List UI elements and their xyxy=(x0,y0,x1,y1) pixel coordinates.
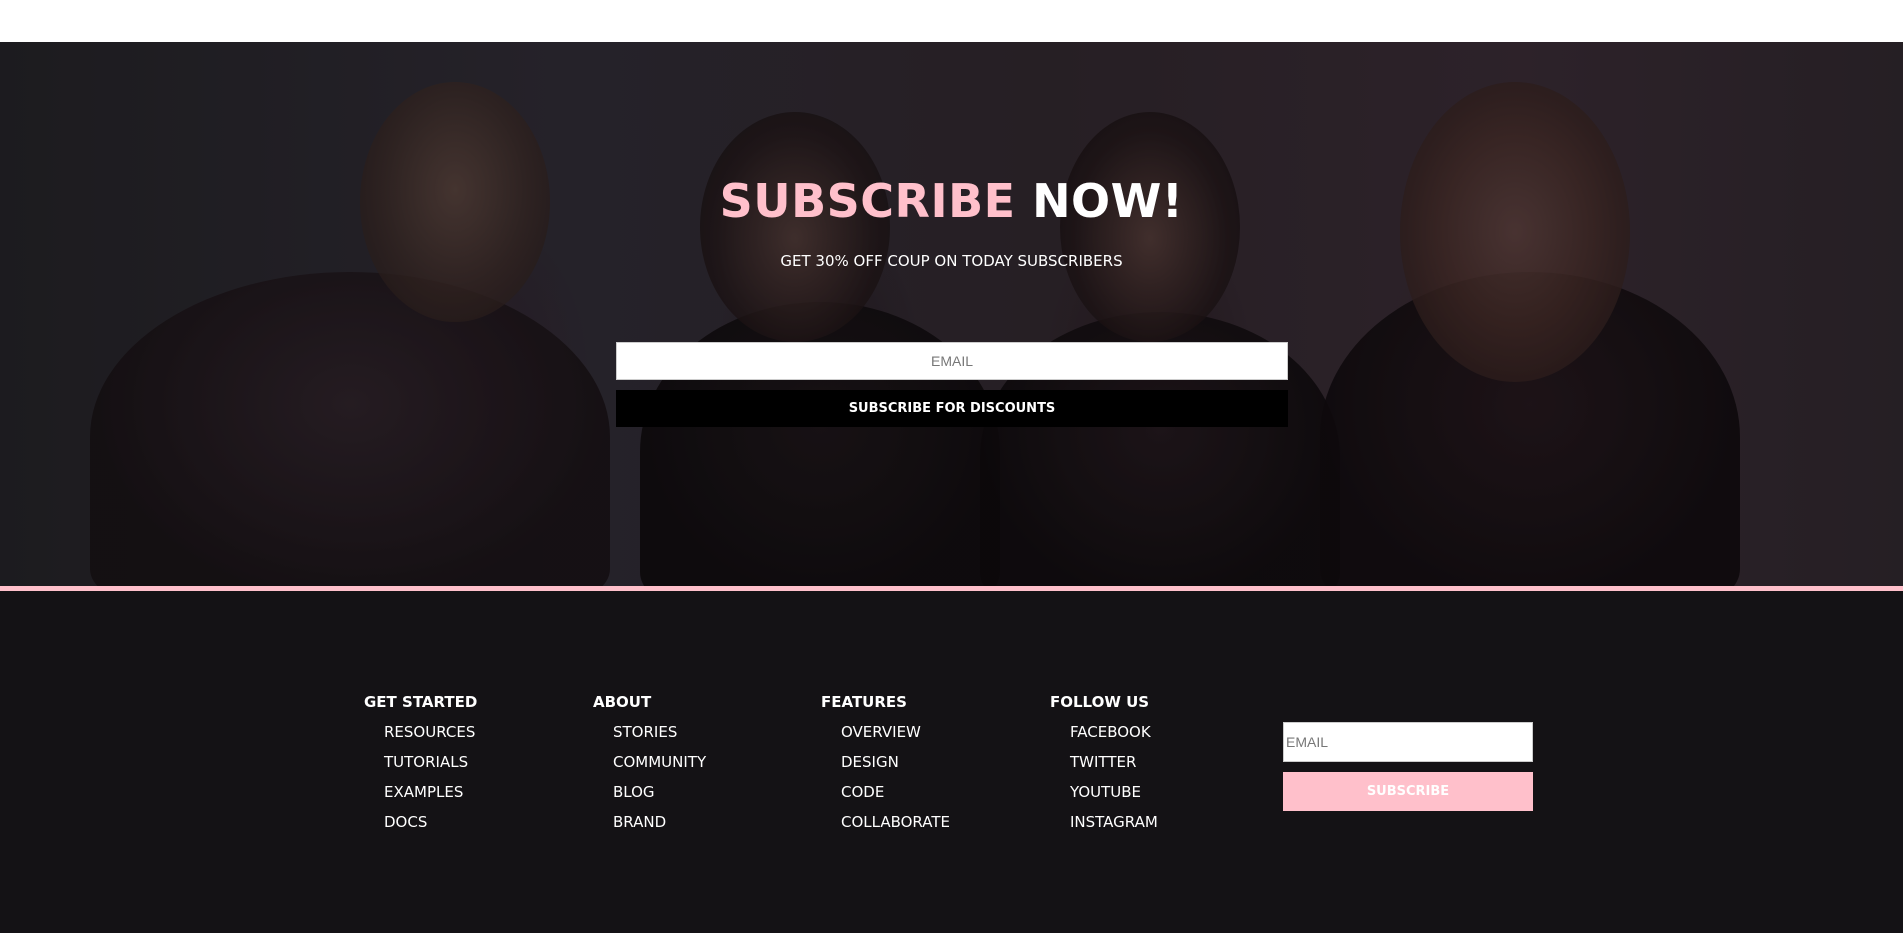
footer-link-facebook[interactable]: FACEBOOK xyxy=(1070,723,1158,753)
footer-heading: ABOUT xyxy=(593,693,652,711)
subscribe-hero: SUBSCRIBE NOW! GET 30% OFF COUP ON TODAY… xyxy=(0,42,1903,586)
footer-link-docs[interactable]: DOCS xyxy=(384,813,477,843)
footer-link-design[interactable]: DESIGN xyxy=(841,753,950,783)
footer-heading: FEATURES xyxy=(821,693,907,711)
footer-link-youtube[interactable]: YOUTUBE xyxy=(1070,783,1158,813)
hero-subtitle: GET 30% OFF COUP ON TODAY SUBSCRIBERS xyxy=(780,252,1123,270)
footer-link-overview[interactable]: OVERVIEW xyxy=(841,723,950,753)
hero-title: SUBSCRIBE NOW! xyxy=(0,174,1903,228)
footer-link-stories[interactable]: STORIES xyxy=(613,723,706,753)
top-bar xyxy=(0,0,1903,42)
footer-link-code[interactable]: CODE xyxy=(841,783,950,813)
footer-email-input[interactable]: EMAIL xyxy=(1283,722,1533,762)
footer-link-instagram[interactable]: INSTAGRAM xyxy=(1070,813,1158,843)
footer-link-blog[interactable]: BLOG xyxy=(613,783,706,813)
footer-column-about: ABOUT STORIES COMMUNITY BLOG BRAND xyxy=(593,693,706,843)
footer-link-community[interactable]: COMMUNITY xyxy=(613,753,706,783)
footer: GET STARTED RESOURCES TUTORIALS EXAMPLES… xyxy=(0,591,1903,933)
hero-title-highlight: SUBSCRIBE xyxy=(719,174,1016,228)
hero-email-input[interactable]: EMAIL xyxy=(616,342,1288,380)
footer-column-follow-us: FOLLOW US FACEBOOK TWITTER YOUTUBE INSTA… xyxy=(1050,693,1158,843)
footer-heading: GET STARTED xyxy=(364,693,478,711)
footer-link-examples[interactable]: EXAMPLES xyxy=(384,783,477,813)
footer-link-resources[interactable]: RESOURCES xyxy=(384,723,477,753)
footer-column-get-started: GET STARTED RESOURCES TUTORIALS EXAMPLES… xyxy=(364,693,477,843)
footer-heading: FOLLOW US xyxy=(1050,693,1150,711)
footer-subscribe-button[interactable]: SUBSCRIBE xyxy=(1283,772,1533,811)
footer-link-collaborate[interactable]: COLLABORATE xyxy=(841,813,950,843)
footer-link-tutorials[interactable]: TUTORIALS xyxy=(384,753,477,783)
subscribe-for-discounts-button[interactable]: SUBSCRIBE FOR DISCOUNTS xyxy=(616,390,1288,427)
footer-column-features: FEATURES OVERVIEW DESIGN CODE COLLABORAT… xyxy=(821,693,950,843)
footer-link-brand[interactable]: BRAND xyxy=(613,813,706,843)
hero-title-rest: NOW! xyxy=(1032,174,1184,228)
hero-content: SUBSCRIBE NOW! GET 30% OFF COUP ON TODAY… xyxy=(0,42,1903,586)
footer-link-twitter[interactable]: TWITTER xyxy=(1070,753,1158,783)
